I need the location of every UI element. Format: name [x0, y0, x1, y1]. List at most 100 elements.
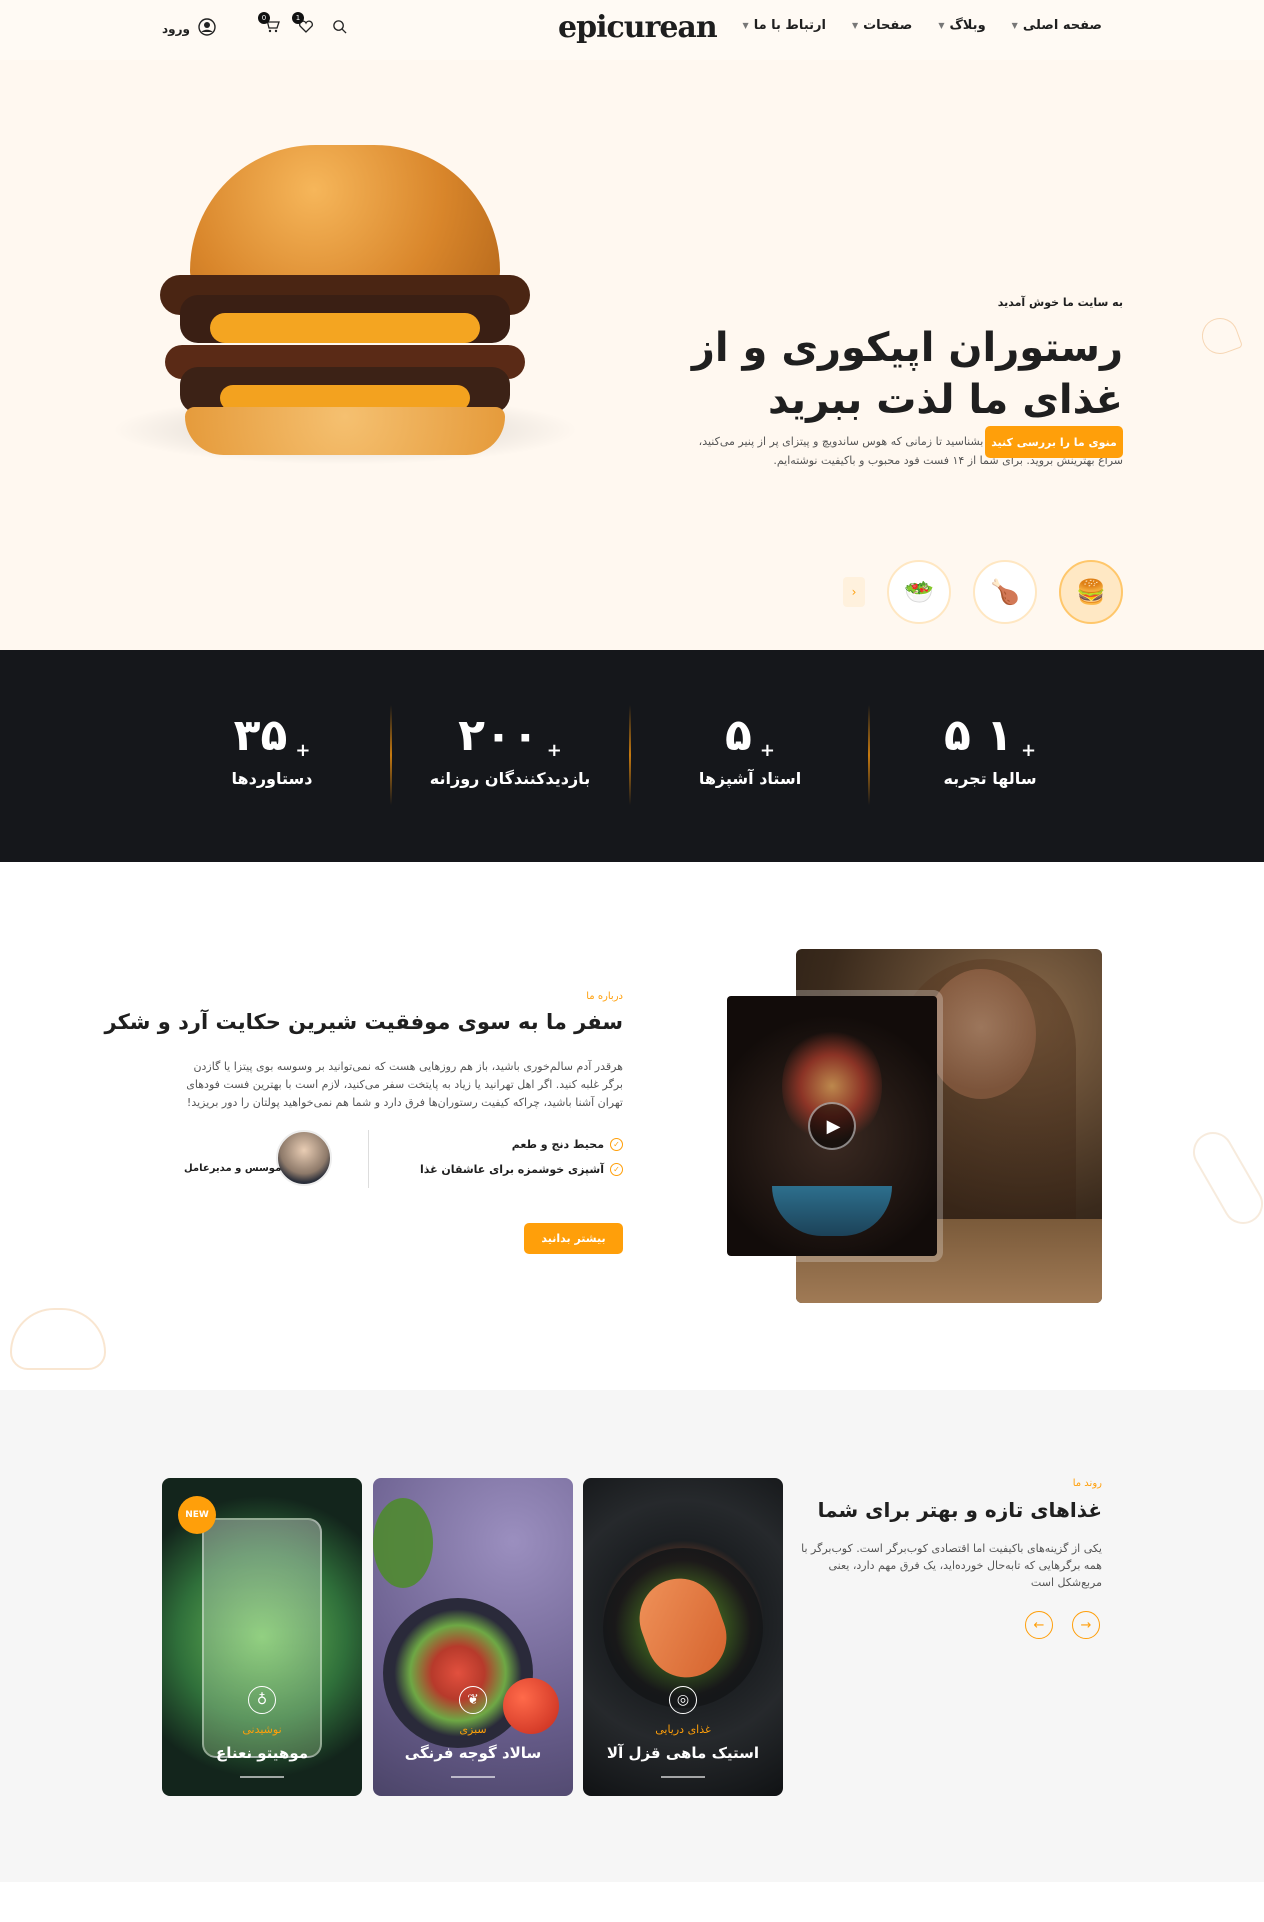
- card-category: غذای دریایی: [655, 1723, 711, 1736]
- menu-title: غذاهای تازه و بهتر برای شما: [817, 1498, 1102, 1522]
- play-button[interactable]: ▶: [808, 1102, 856, 1150]
- card-name: سالاد گوجه فرنگی: [404, 1744, 542, 1762]
- cart-icon[interactable]: 0: [258, 12, 280, 38]
- chicken-thumbnail[interactable]: 🍗: [973, 560, 1037, 624]
- burger-thumbnail[interactable]: 🍔: [1059, 560, 1123, 624]
- plus-icon: +: [1020, 740, 1037, 761]
- menu-card-trout[interactable]: ◎ غذای دریایی استیک ماهی قزل آلا: [583, 1478, 783, 1796]
- chevron-down-icon: ▼: [851, 21, 859, 30]
- chicken-icon: 🍗: [990, 578, 1020, 606]
- search-icon[interactable]: [332, 19, 347, 38]
- arrow-right-icon: →: [1080, 1617, 1092, 1633]
- site-header: صفحه اصلی ▼ وبلاگ ▼ صفحات ▼ ارتباط با ما ▼ e…: [0, 0, 1264, 60]
- about-title: سفر ما به سوی موفقیت شیرین حکایت آرد و ش…: [104, 1010, 624, 1034]
- salad-thumbnail[interactable]: 🥗: [887, 560, 951, 624]
- nav-pages[interactable]: صفحات ▼: [852, 18, 912, 33]
- login-link[interactable]: ورود: [162, 18, 216, 39]
- hero-subtitle: به سایت ما خوش آمدید: [997, 296, 1123, 309]
- stat-value: ۳۵: [233, 710, 288, 761]
- carrot-icon: [1185, 1124, 1264, 1232]
- nav-label: صفحات: [863, 18, 913, 33]
- drink-icon: ♁: [248, 1686, 276, 1714]
- nav-blog[interactable]: وبلاگ ▼: [938, 18, 985, 33]
- founder-role: موسس و مدیرعامل: [184, 1163, 282, 1174]
- card-name: استیک ماهی قزل آلا: [606, 1744, 760, 1762]
- feature-item: ✓ آشپزی خوشمزه برای عاشقان غذا: [420, 1163, 623, 1176]
- stat-divider: [868, 705, 870, 805]
- card-category: نوشیدنی: [242, 1723, 282, 1736]
- stat-value: ۵: [725, 710, 752, 761]
- pizza-slice-icon: [1196, 312, 1244, 360]
- stat-visitors: +۲۰۰ بازدیدکنندگان روزانه: [410, 710, 610, 788]
- site-logo[interactable]: epicurean: [558, 10, 718, 45]
- plus-icon: +: [759, 740, 775, 761]
- stat-chefs: +۵ استاد آشپزها: [650, 710, 850, 788]
- feature-label: محیط دنج و طعم: [511, 1138, 604, 1151]
- burger-image: [110, 145, 580, 465]
- nav-contact[interactable]: ارتباط با ما ▼: [743, 18, 826, 33]
- card-category: سبزی: [459, 1723, 487, 1736]
- plus-icon: +: [295, 740, 311, 761]
- card-name: موهیتو نعناع: [215, 1744, 309, 1762]
- header-icons: 0 1: [258, 12, 347, 38]
- hero-thumbnails: 🍔 🍗 🥗 ‹: [843, 560, 1123, 624]
- stats-section: +۱ ۵ سالها تجربه +۵ استاد آشپزها +۲۰۰ با…: [0, 650, 1264, 862]
- slider-prev-button[interactable]: ‹: [843, 577, 865, 607]
- salad-icon: ❦: [459, 1686, 487, 1714]
- user-icon: [198, 18, 216, 39]
- founder-avatar: [276, 1130, 332, 1186]
- stat-label: بازدیدکنندگان روزانه: [429, 769, 591, 788]
- card-underline: [451, 1776, 495, 1778]
- menu-description: یکی از گزینه‌های باکیفیت اما اقتصادی کوب…: [801, 1542, 1102, 1589]
- menu-card-tomato-salad[interactable]: ❦ سبزی سالاد گوجه فرنگی: [373, 1478, 573, 1796]
- login-label: ورود: [162, 21, 190, 36]
- new-badge: NEW: [178, 1496, 216, 1534]
- cart-count-badge: 0: [258, 12, 270, 24]
- menu-card-mojito[interactable]: NEW ♁ نوشیدنی موهیتو نعناع: [162, 1478, 362, 1796]
- nav-home[interactable]: صفحه اصلی ▼: [1012, 18, 1102, 33]
- video-thumbnail[interactable]: ▶: [727, 996, 937, 1256]
- next-arrow-button[interactable]: →: [1072, 1611, 1100, 1639]
- hero-title: رستوران اپیکوری و از غذای ما لذت ببرید: [691, 325, 1123, 423]
- stat-label: سالها تجربه: [943, 769, 1037, 788]
- feature-label: آشپزی خوشمزه برای عاشقان غذا: [419, 1163, 604, 1176]
- about-description: هرقدر آدم سالم‌خوری باشید، باز هم روزهای…: [186, 1060, 623, 1109]
- wishlist-count-badge: 1: [292, 12, 304, 24]
- about-eyebrow: درباره ما: [586, 991, 623, 1002]
- stat-label: دستاوردها: [231, 769, 313, 788]
- nav-label: وبلاگ: [949, 18, 986, 33]
- heart-icon[interactable]: 1: [292, 12, 314, 38]
- stat-value: ۲۰۰: [458, 710, 539, 761]
- stat-divider: [390, 705, 392, 805]
- stat-experience: +۱ ۵ سالها تجربه: [890, 710, 1090, 788]
- learn-more-button[interactable]: بیشتر بدانید: [524, 1223, 623, 1254]
- check-icon: ✓: [610, 1138, 623, 1151]
- hero-section: به سایت ما خوش آمدید رستوران اپیکوری و ا…: [0, 60, 1264, 650]
- menu-cta-button[interactable]: منوی ما را بررسی کنید: [985, 426, 1123, 458]
- card-underline: [661, 1776, 705, 1778]
- prev-arrow-button[interactable]: ←: [1025, 1611, 1053, 1639]
- salad-icon: 🥗: [904, 578, 934, 606]
- stat-value: ۱ ۵: [943, 710, 1013, 761]
- vertical-divider: [368, 1130, 369, 1188]
- plus-icon: +: [546, 740, 562, 761]
- feature-item: ✓ محیط دنج و طعم: [512, 1138, 623, 1151]
- card-underline: [240, 1776, 284, 1778]
- chevron-down-icon: ▼: [938, 21, 945, 30]
- fish-icon: ◎: [669, 1686, 697, 1714]
- chevron-down-icon: ▼: [742, 21, 749, 30]
- taco-icon: [10, 1308, 106, 1370]
- stat-label: استاد آشپزها: [698, 769, 802, 788]
- stat-divider: [629, 705, 631, 805]
- main-nav: صفحه اصلی ▼ وبلاگ ▼ صفحات ▼ ارتباط با ما ▼: [743, 18, 1102, 33]
- chevron-down-icon: ▼: [1011, 21, 1018, 30]
- stat-achievements: +۳۵ دستاوردها: [172, 710, 372, 788]
- menu-eyebrow: روند ما: [1072, 1478, 1102, 1489]
- nav-label: ارتباط با ما: [753, 18, 826, 33]
- chevron-left-icon: ‹: [851, 585, 857, 599]
- play-icon: ▶: [826, 1115, 841, 1137]
- nav-label: صفحه اصلی: [1022, 18, 1102, 33]
- burger-icon: 🍔: [1076, 578, 1106, 606]
- check-icon: ✓: [610, 1163, 623, 1176]
- arrow-left-icon: ←: [1033, 1617, 1045, 1633]
